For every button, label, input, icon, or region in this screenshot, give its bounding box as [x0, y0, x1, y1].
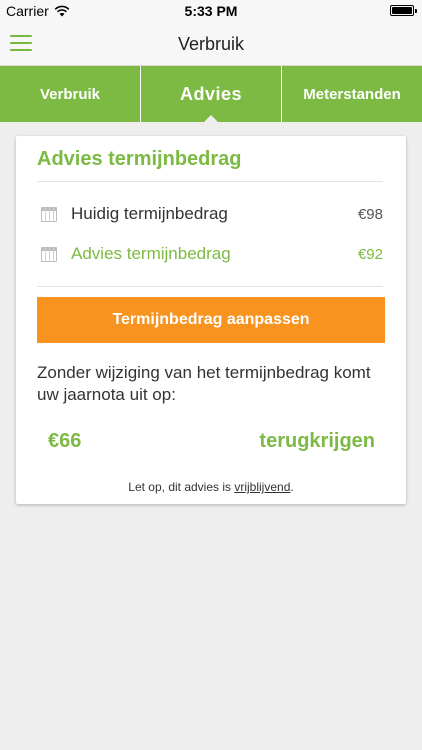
tab-meterstanden[interactable]: Meterstanden [282, 66, 422, 122]
tab-bar: Verbruik Advies Meterstanden [0, 66, 422, 122]
card-title: Advies termijnbedrag [37, 148, 242, 170]
advice-amount-value: €92 [357, 245, 383, 263]
current-amount-row: Huidig termijnbedrag €98 [37, 202, 383, 226]
page-title: Verbruik [177, 34, 245, 54]
calendar-icon [41, 246, 57, 262]
disclaimer-link[interactable]: vrijblijvend [234, 480, 290, 494]
current-amount-value: €98 [357, 205, 383, 223]
tab-advies[interactable]: Advies [141, 66, 282, 122]
divider [37, 286, 383, 287]
advice-amount-row: Advies termijnbedrag €92 [37, 242, 383, 266]
result-text: terugkrijgen [259, 430, 375, 452]
disclaimer-prefix: Let op, dit advies is [128, 480, 235, 494]
status-time: 5:33 PM [184, 3, 238, 19]
calendar-icon [41, 206, 57, 222]
divider [37, 181, 383, 182]
navigation-bar: Verbruik [0, 22, 422, 66]
result-amount: €66 [48, 430, 82, 452]
disclaimer: Let op, dit advies is vrijblijvend. [16, 480, 406, 494]
status-bar: Carrier 5:33 PM [0, 0, 422, 22]
tab-verbruik[interactable]: Verbruik [0, 66, 141, 122]
adjust-amount-button[interactable]: Termijnbedrag aanpassen [37, 297, 385, 343]
battery-icon [390, 5, 417, 16]
advice-amount-label: Advies termijnbedrag [71, 244, 231, 263]
explanation-text: Zonder wijziging van het termijnbedrag k… [37, 363, 371, 404]
disclaimer-suffix: . [290, 480, 294, 494]
advice-card: Advies termijnbedrag Huidig termijnbedra… [16, 136, 406, 504]
current-amount-label: Huidig termijnbedrag [71, 204, 228, 223]
